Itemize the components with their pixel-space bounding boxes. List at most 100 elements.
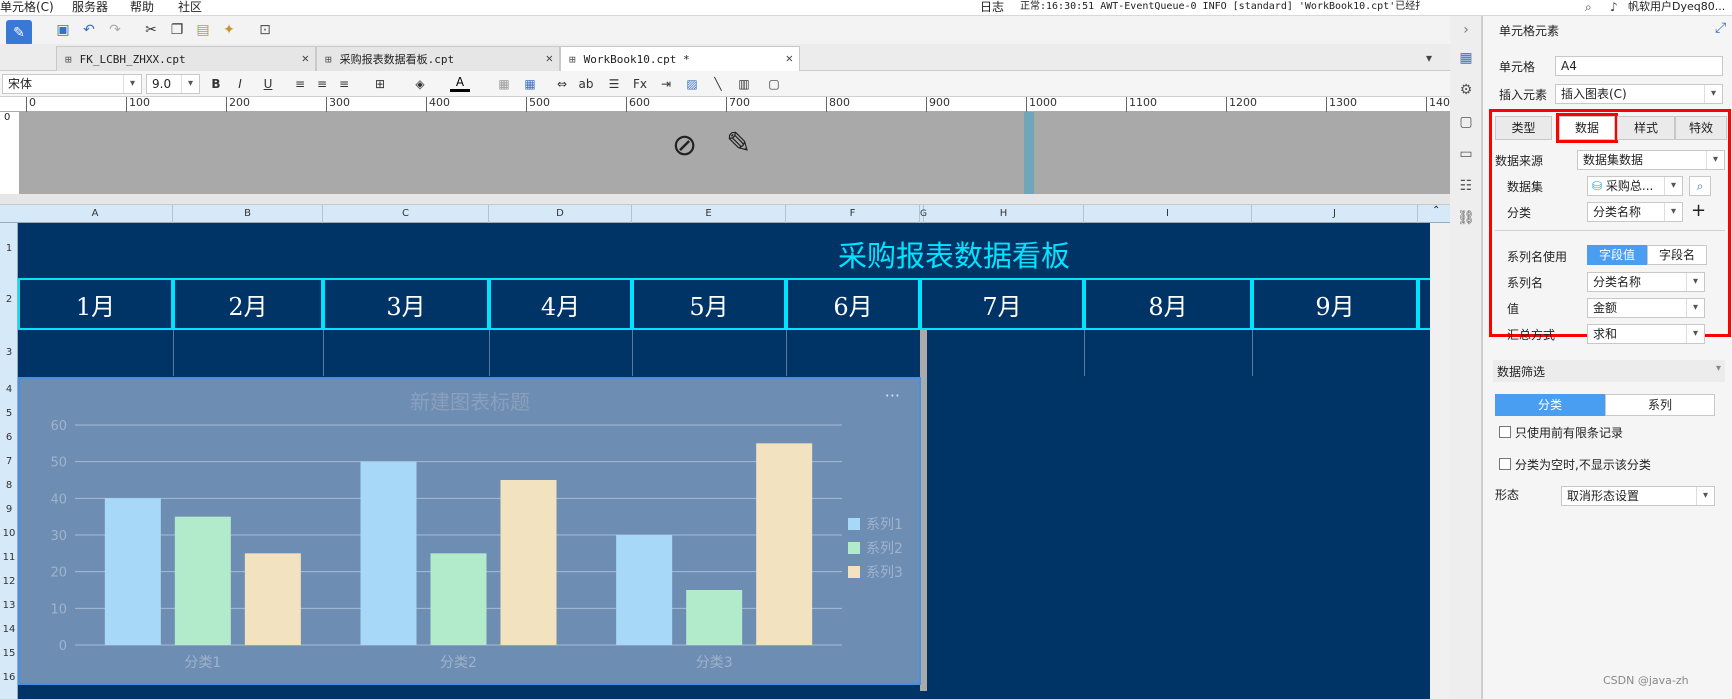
data-source-select[interactable]: 数据集数据 ▾ <box>1577 150 1725 170</box>
save-icon[interactable]: ▣ <box>52 19 74 41</box>
menu-help[interactable]: 帮助 <box>130 0 154 14</box>
paragraph-icon[interactable]: ☰ <box>604 74 624 94</box>
row-header[interactable]: 2 <box>0 294 18 305</box>
row-header[interactable]: 13 <box>0 600 18 611</box>
edit-icon[interactable]: ✎ <box>726 126 751 161</box>
tab-workbook10[interactable]: ⊞ WorkBook10.cpt * ✕ <box>560 46 800 71</box>
widget-icon[interactable]: ▭ <box>1456 146 1476 166</box>
row-header[interactable]: 15 <box>0 648 18 659</box>
limit-records-checkbox[interactable] <box>1499 426 1511 438</box>
tab-effect[interactable]: 特效 <box>1675 116 1727 140</box>
row-header[interactable]: 5 <box>0 408 18 419</box>
cell-attr-icon[interactable]: ⚙ <box>1456 82 1476 102</box>
user-name[interactable]: 帆软用户Dyeq80... <box>1628 0 1725 14</box>
column-header[interactable]: C <box>323 205 489 223</box>
menu-server[interactable]: 服务器 <box>72 0 108 14</box>
add-icon[interactable]: + <box>1691 200 1706 221</box>
filter-tab-series[interactable]: 系列 <box>1605 394 1715 416</box>
column-header[interactable]: H <box>924 205 1084 223</box>
month-cell[interactable]: 3月 <box>323 278 489 330</box>
aggregation-select[interactable]: 求和 ▾ <box>1587 324 1705 344</box>
data-filter-header[interactable]: 数据筛选 ▾ <box>1493 360 1725 382</box>
tab-fk-lcbh[interactable]: ⊞ FK_LCBH_ZHXX.cpt ✕ <box>56 46 316 71</box>
shape-select[interactable]: 取消形态设置 ▾ <box>1561 486 1715 506</box>
month-cell-partial[interactable] <box>1418 278 1430 330</box>
more-icon[interactable]: ··· <box>885 386 900 405</box>
align-right-icon[interactable]: ≡ <box>334 74 354 94</box>
month-cell[interactable]: 4月 <box>489 278 632 330</box>
fill-color-icon[interactable]: ◈ <box>410 74 430 94</box>
title-cell[interactable]: 采购报表数据看板 <box>18 223 1430 276</box>
row-header[interactable]: 1 <box>0 243 18 254</box>
text-icon[interactable]: ab <box>576 74 596 94</box>
month-cell[interactable]: 9月 <box>1252 278 1418 330</box>
scroll-up-icon[interactable]: ⌃ <box>1432 205 1440 216</box>
log-label[interactable]: 日志 <box>980 0 1004 14</box>
font-family-select[interactable]: 宋体 ▾ <box>2 74 142 94</box>
column-header[interactable]: J <box>1252 205 1418 223</box>
month-cell[interactable]: 5月 <box>632 278 786 330</box>
paste-icon[interactable]: ▤ <box>192 19 214 41</box>
copy-icon[interactable]: ❐ <box>166 19 188 41</box>
row-header[interactable]: 9 <box>0 504 18 515</box>
more-box-icon[interactable]: ▢ <box>764 74 784 94</box>
spreadsheet-grid[interactable]: 采购报表数据看板 1月 2月 3月 4月 5月 6月 7月 8月 9月 新建图表… <box>18 223 1430 699</box>
chart-container[interactable]: 新建图表标题 ··· 0 10 20 30 40 50 60 分类1 分类2 分类3 系列1 系列2 系列3 <box>18 377 921 685</box>
italic-button[interactable]: I <box>230 74 250 94</box>
bar-chart[interactable]: 新建图表标题 ··· 0 10 20 30 40 50 60 分类1 分类2 分类3 系列1 系列2 系列3 <box>20 379 919 683</box>
value-select[interactable]: 金额 ▾ <box>1587 298 1705 318</box>
row-header[interactable]: 10 <box>0 528 18 539</box>
float-element-icon[interactable]: ▢ <box>1456 114 1476 134</box>
field-value-toggle[interactable]: 字段值 <box>1587 245 1647 265</box>
expand-icon[interactable]: ⤢ <box>1715 20 1726 36</box>
month-cell[interactable]: 7月 <box>920 278 1084 330</box>
row-header[interactable]: 11 <box>0 552 18 563</box>
row-header[interactable]: 7 <box>0 456 18 467</box>
dataset-select[interactable]: ⛁ 采购总... ▾ <box>1587 176 1683 196</box>
menu-community[interactable]: 社区 <box>178 0 202 14</box>
collapse-icon[interactable]: › <box>1456 22 1476 42</box>
column-header[interactable]: I <box>1084 205 1252 223</box>
row-header[interactable]: 3 <box>0 347 18 358</box>
close-icon[interactable]: ✕ <box>302 51 309 65</box>
bell-icon[interactable]: ♪ <box>1610 0 1618 14</box>
align-icon[interactable]: ⇥ <box>656 74 676 94</box>
condition-icon[interactable]: ☷ <box>1456 178 1476 198</box>
cell-element-icon[interactable]: ▦ <box>1456 50 1476 70</box>
dataset-search-button[interactable]: ⌕ <box>1689 176 1711 196</box>
close-icon[interactable]: ✕ <box>786 51 793 65</box>
formula-icon[interactable]: Fx <box>630 74 650 94</box>
tab-purchase-dashboard[interactable]: ⊞ 采购报表数据看板.cpt ✕ <box>316 46 560 71</box>
align-center-icon[interactable]: ≡ <box>312 74 332 94</box>
tab-style[interactable]: 样式 <box>1617 116 1675 140</box>
hide-empty-category-checkbox[interactable] <box>1499 458 1511 470</box>
column-header[interactable]: D <box>489 205 632 223</box>
row-header[interactable]: 4 <box>0 384 18 395</box>
hide-icon[interactable]: ⊘ <box>672 128 697 163</box>
field-name-toggle[interactable]: 字段名 <box>1647 245 1707 265</box>
format-painter-icon[interactable]: ✦ <box>218 19 240 41</box>
merge-icon[interactable]: ▦ <box>494 74 514 94</box>
cell-input[interactable]: A4 <box>1555 56 1723 76</box>
tab-menu-icon[interactable]: ▾ <box>1418 47 1440 69</box>
column-header[interactable]: E <box>632 205 786 223</box>
menu-cell[interactable]: 单元格(C) <box>0 0 54 14</box>
month-cell[interactable]: 8月 <box>1084 278 1252 330</box>
slash-icon[interactable]: ╲ <box>708 74 728 94</box>
filter-tab-category[interactable]: 分类 <box>1495 394 1605 416</box>
close-icon[interactable]: ✕ <box>546 51 553 65</box>
column-header[interactable]: F <box>786 205 920 223</box>
font-color-icon[interactable]: A <box>450 74 470 92</box>
tab-type[interactable]: 类型 <box>1495 116 1552 140</box>
image-icon[interactable]: ▨ <box>682 74 702 94</box>
column-header[interactable]: B <box>173 205 323 223</box>
row-header[interactable]: 8 <box>0 480 18 491</box>
chart-icon[interactable]: ▥ <box>734 74 754 94</box>
bold-button[interactable]: B <box>206 74 226 94</box>
link-icon[interactable]: ⇔ <box>552 74 572 94</box>
undo-icon[interactable]: ↶ <box>78 19 100 41</box>
cut-icon[interactable]: ✂ <box>140 19 162 41</box>
row-header[interactable]: 12 <box>0 576 18 587</box>
header-splitter[interactable] <box>0 194 1450 205</box>
series-name-select[interactable]: 分类名称 ▾ <box>1587 272 1705 292</box>
